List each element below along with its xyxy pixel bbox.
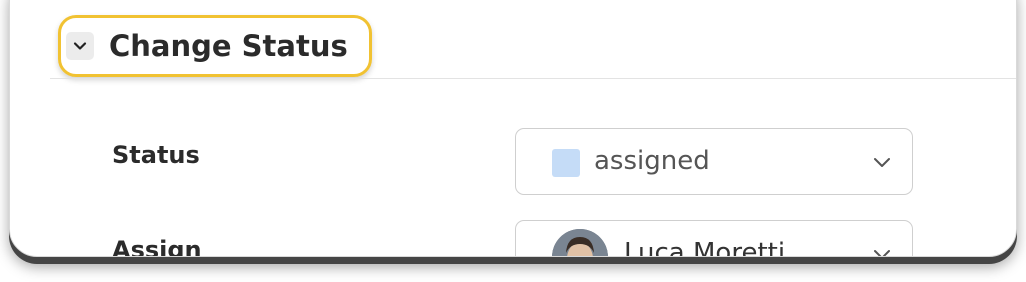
- section-header[interactable]: Change Status: [58, 15, 372, 77]
- status-select[interactable]: assigned: [515, 128, 913, 195]
- status-color-swatch: [552, 149, 580, 177]
- chevron-down-icon: [874, 158, 890, 167]
- section-title: Change Status: [109, 29, 348, 63]
- collapse-toggle-button[interactable]: [66, 32, 94, 60]
- chevron-down-icon: [874, 250, 890, 256]
- divider: [50, 78, 1016, 79]
- chevron-down-icon: [73, 42, 87, 50]
- change-status-panel: Change Status Status assigned Assign Luc…: [9, 0, 1017, 257]
- assign-select-value: Luca Moretti: [624, 238, 786, 257]
- status-select-value: assigned: [594, 146, 710, 176]
- avatar: [552, 229, 608, 256]
- status-label: Status: [112, 141, 200, 169]
- assign-label: Assign: [112, 236, 202, 257]
- assign-select[interactable]: Luca Moretti: [515, 220, 913, 257]
